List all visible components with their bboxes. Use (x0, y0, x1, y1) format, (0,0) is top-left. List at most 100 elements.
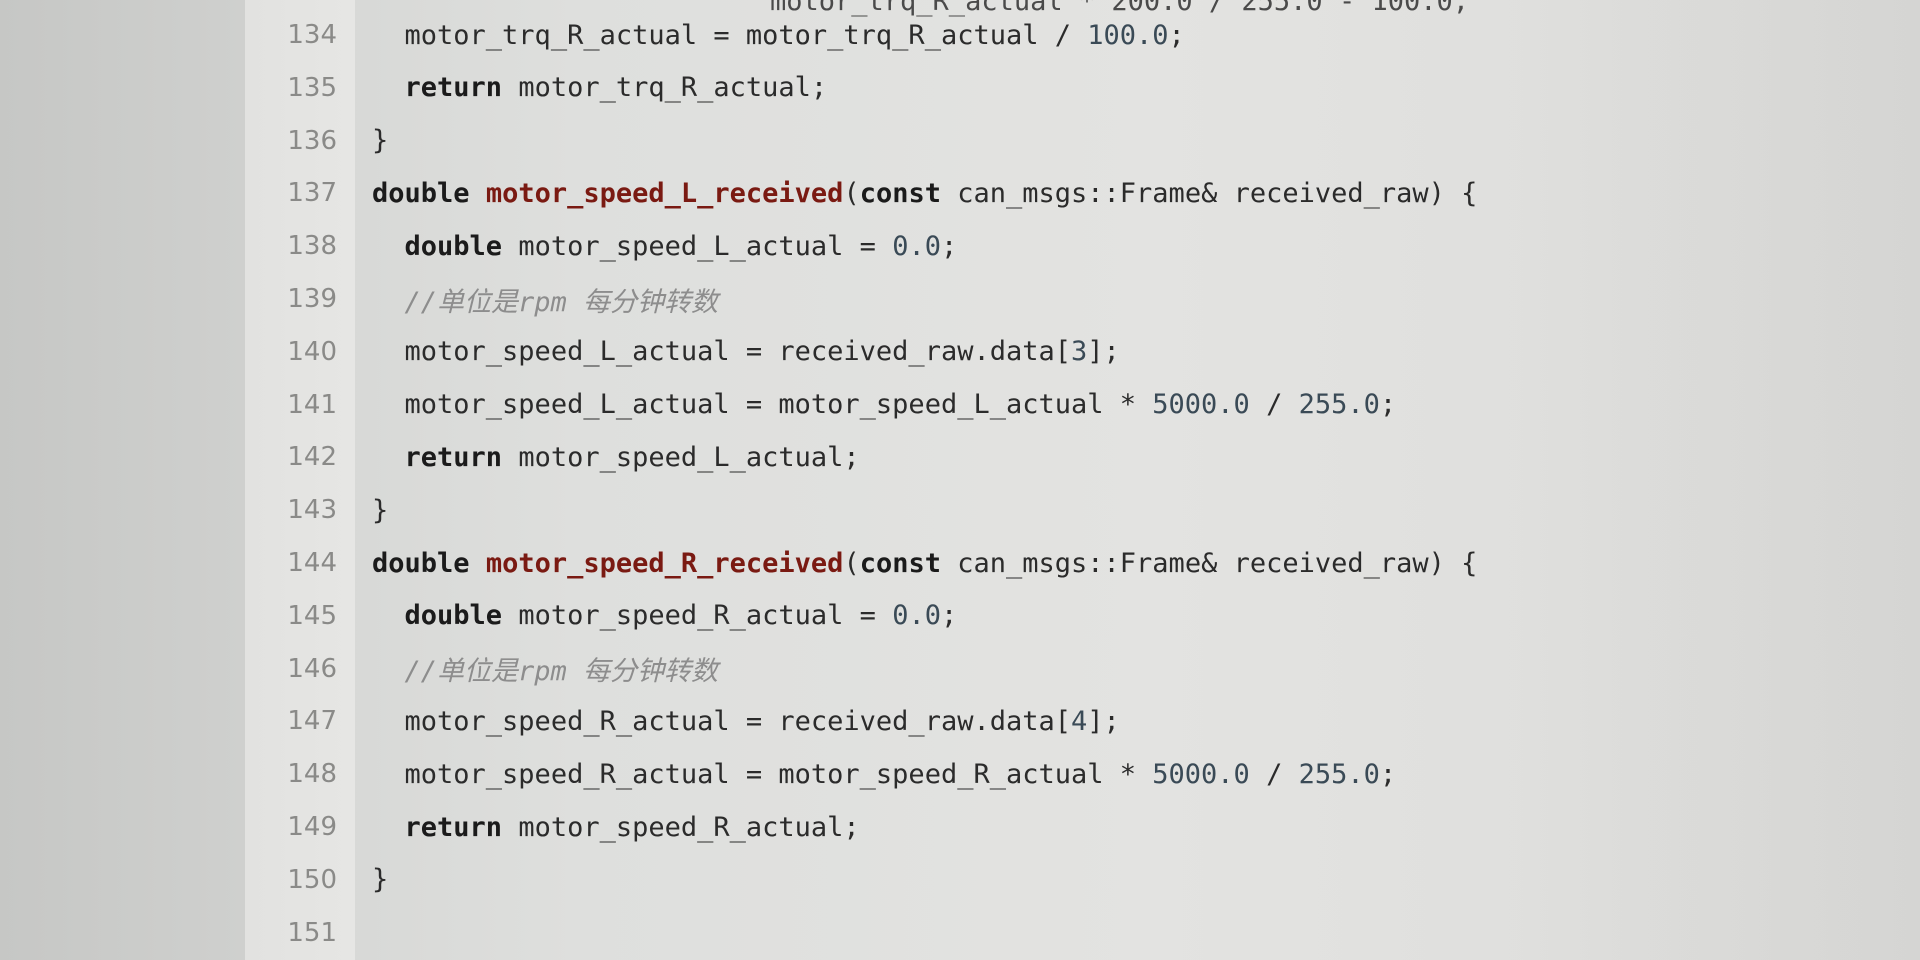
token-kw: return (404, 441, 503, 473)
token-text: } (372, 864, 389, 896)
code-text: motor_trq_R_actual = motor_trq_R_actual … (372, 20, 1185, 51)
token-num: 255.0 (1298, 758, 1380, 790)
code-line[interactable]: 136} (0, 115, 1920, 167)
code-line[interactable]: 135 return motor_trq_R_actual; (0, 62, 1920, 114)
token-text: ; (940, 600, 958, 632)
token-text: motor_speed_L_actual = motor_speed_L_act… (404, 389, 1153, 421)
code-text: //单位是rpm 每分钟转数 (372, 649, 719, 688)
code-text: return motor_trq_R_actual; (372, 72, 828, 104)
token-text: ]; (1087, 705, 1120, 737)
code-line[interactable]: 143} (0, 484, 1920, 536)
line-number: 143 (287, 495, 337, 526)
token-num: 100.0 (1087, 19, 1169, 51)
code-text: //单位是rpm 每分钟转数 (372, 280, 719, 319)
token-text: motor_speed_L_actual = (502, 230, 893, 262)
token-text: } (372, 125, 389, 157)
code-line[interactable]: 138 double motor_speed_L_actual = 0.0; (0, 220, 1920, 272)
token-num: 255.0 (1298, 389, 1380, 421)
code-line[interactable]: 150} (0, 854, 1920, 906)
token-text: ; (1168, 19, 1185, 51)
code-editor-screen: motor_trq_R_actual * 200.0 / 255.0 - 100… (0, 0, 1920, 960)
token-num: 0.0 (892, 600, 941, 632)
code-line[interactable]: 151 (0, 907, 1920, 959)
code-text: double motor_speed_R_actual = 0.0; (372, 600, 958, 632)
line-number: 139 (287, 284, 337, 314)
token-text: ; (940, 230, 958, 262)
token-text: / (1249, 389, 1299, 421)
token-kw: double (404, 230, 503, 262)
line-number: 136 (287, 125, 337, 156)
line-number: 141 (287, 389, 337, 420)
token-kw: const (859, 177, 941, 209)
token-text: ; (1379, 758, 1397, 790)
token-text: motor_speed_L_actual; (502, 441, 860, 473)
token-num: 0.0 (892, 230, 941, 262)
token-kw: const (859, 547, 941, 579)
code-line[interactable]: 147 motor_speed_R_actual = received_raw.… (0, 695, 1920, 747)
code-line[interactable]: 142 return motor_speed_L_actual; (0, 431, 1920, 483)
token-kw: double (372, 177, 470, 209)
line-number: 150 (287, 864, 337, 895)
code-line[interactable]: 134 motor_trq_R_actual = motor_trq_R_act… (0, 9, 1920, 61)
token-num: 5000.0 (1152, 758, 1250, 790)
token-text: / (1249, 758, 1299, 790)
code-line[interactable]: 141 motor_speed_L_actual = motor_speed_L… (0, 379, 1920, 431)
token-text: ( (843, 177, 860, 209)
code-text: motor_speed_R_actual = motor_speed_R_act… (372, 758, 1397, 790)
line-number: 144 (287, 548, 337, 578)
line-number: 142 (287, 442, 337, 473)
code-text: } (372, 864, 388, 895)
code-line[interactable]: 137 double motor_speed_L_received(const c… (0, 167, 1920, 219)
token-text: ; (1379, 389, 1397, 421)
code-line[interactable]: 146 //单位是rpm 每分钟转数 (0, 643, 1920, 695)
code-line[interactable]: 144 double motor_speed_R_received(const c… (0, 537, 1920, 589)
code-line[interactable]: 145 double motor_speed_R_actual = 0.0; (0, 590, 1920, 642)
line-number: 147 (287, 706, 337, 737)
token-text: ]; (1087, 336, 1120, 368)
token-num: 5000.0 (1152, 389, 1250, 421)
code-line[interactable]: 140 motor_speed_L_actual = received_raw.… (0, 326, 1920, 378)
code-text: double motor_speed_R_received(const can_… (372, 548, 1477, 579)
line-number: 149 (287, 812, 337, 842)
token-fn: motor_speed_R_received (485, 547, 844, 579)
token-text: motor_trq_R_actual; (502, 72, 828, 104)
line-number: 137 (287, 178, 337, 209)
token-text: can_msgs::Frame& received_raw) { (940, 177, 1478, 209)
token-num: 3 (1071, 336, 1088, 368)
line-number: 138 (287, 231, 337, 262)
token-text: motor_speed_R_actual = received_raw.data… (404, 705, 1071, 737)
token-fn: motor_speed_L_received (485, 177, 844, 209)
token-kw: double (372, 547, 470, 579)
code-line[interactable]: 139 //单位是rpm 每分钟转数 (0, 273, 1920, 325)
code-text: motor_speed_L_actual = received_raw.data… (372, 336, 1120, 367)
line-number: 134 (287, 20, 337, 50)
code-line[interactable]: 148 motor_speed_R_actual = motor_speed_R… (0, 748, 1920, 800)
token-kw: return (404, 811, 503, 843)
token-cmt: //单位是rpm 每分钟转数 (404, 286, 719, 318)
token-text: motor_speed_R_actual; (502, 811, 860, 843)
code-text: double motor_speed_L_actual = 0.0; (372, 230, 958, 262)
token-text: motor_trq_R_actual = motor_trq_R_actual … (404, 19, 1088, 51)
code-line[interactable]: 149 return motor_speed_R_actual; (0, 801, 1920, 853)
token-text: ( (843, 547, 860, 579)
token-text: motor_speed_R_actual = motor_speed_R_act… (404, 758, 1153, 790)
token-kw: double (404, 600, 503, 632)
line-number: 135 (287, 72, 337, 103)
line-number: 145 (287, 600, 337, 631)
token-num: 4 (1071, 705, 1088, 737)
code-text: motor_speed_R_actual = received_raw.data… (372, 706, 1120, 737)
